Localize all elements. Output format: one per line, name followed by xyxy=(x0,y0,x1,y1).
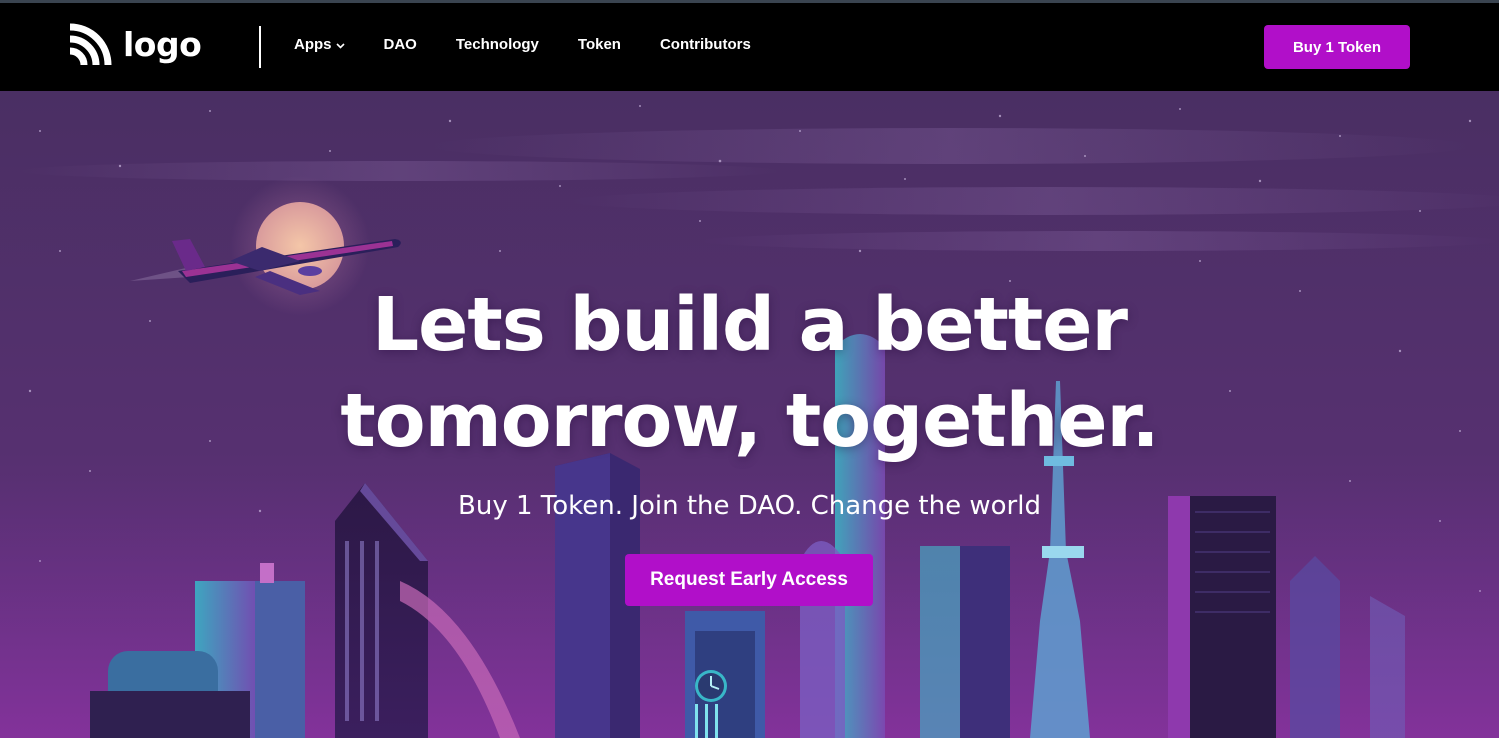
logo-text: logo xyxy=(123,24,202,64)
nav-item-dao[interactable]: DAO xyxy=(384,36,417,53)
request-early-access-button[interactable]: Request Early Access xyxy=(625,554,873,606)
chevron-down-icon xyxy=(335,36,345,53)
main-nav: Apps DAO Technology Token Contributors xyxy=(294,36,790,53)
nav-item-contributors[interactable]: Contributors xyxy=(660,36,751,53)
nav-item-label: Technology xyxy=(455,36,539,53)
nav-item-label: Token xyxy=(577,36,621,53)
nav-item-label: Contributors xyxy=(659,36,751,53)
nav-item-token[interactable]: Token xyxy=(578,36,621,53)
hero-section: Lets build a better tomorrow, together. … xyxy=(0,91,1499,738)
top-navbar: logo Apps DAO Technology Token Contribut… xyxy=(0,3,1499,91)
nav-item-technology[interactable]: Technology xyxy=(456,36,539,53)
hero-title: Lets build a better tomorrow, together. xyxy=(0,277,1499,469)
buy-token-button[interactable]: Buy 1 Token xyxy=(1264,25,1410,69)
nav-item-apps[interactable]: Apps xyxy=(294,36,345,53)
hero-title-line1: Lets build a better xyxy=(372,282,1128,368)
rss-arcs-icon xyxy=(66,23,112,69)
hero-title-line2: tomorrow, together. xyxy=(340,378,1159,464)
site-logo[interactable]: logo xyxy=(66,21,202,71)
hero-subtitle: Buy 1 Token. Join the DAO. Change the wo… xyxy=(458,491,1041,521)
nav-item-label: DAO xyxy=(383,36,417,53)
nav-item-label: Apps xyxy=(294,36,332,53)
nav-divider xyxy=(259,26,261,68)
